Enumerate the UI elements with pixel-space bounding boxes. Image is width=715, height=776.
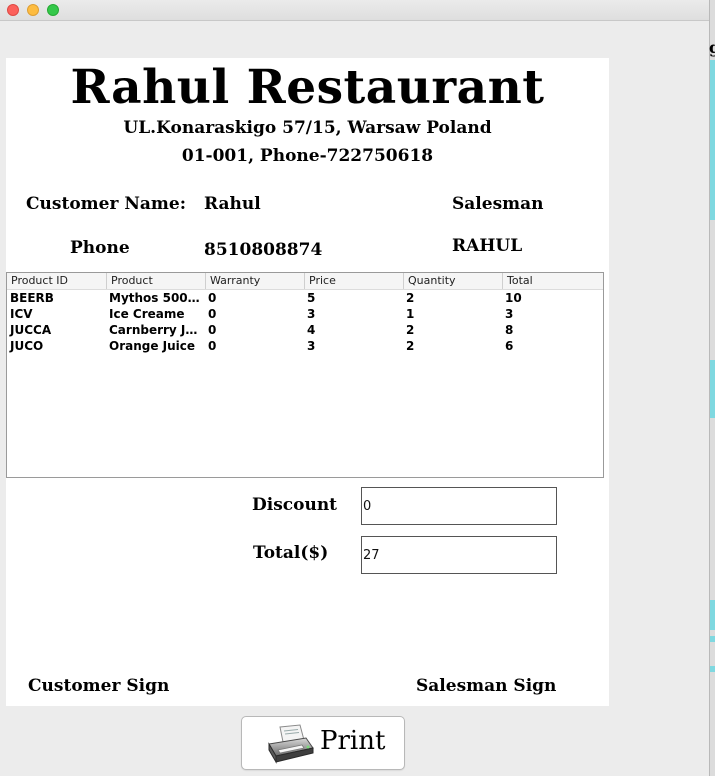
cell-warranty: 0 (208, 307, 217, 321)
cell-total: 3 (505, 307, 514, 321)
close-window-button[interactable] (7, 4, 19, 16)
salesman-value: RAHUL (452, 236, 523, 256)
table-row[interactable]: JUCO Orange Juice 0 3 2 6 (7, 338, 603, 354)
customer-sign-label: Customer Sign (28, 676, 170, 696)
order-items-table[interactable]: Product ID Product Warranty Price Quanti… (6, 272, 604, 478)
cell-product-id: ICV (10, 307, 33, 321)
cell-warranty: 0 (208, 339, 217, 353)
cell-price: 5 (307, 291, 316, 305)
cell-product: Orange Juice (109, 339, 196, 353)
total-label: Total($) (253, 543, 329, 563)
background-window-accent (710, 360, 715, 418)
cell-quantity: 1 (406, 307, 415, 321)
discount-field[interactable]: 0 (361, 487, 557, 525)
cell-product-id: BEERB (10, 291, 54, 305)
discount-label: Discount (252, 495, 338, 515)
address-line-2: 01-001, Phone-722750618 (181, 146, 434, 166)
phone-label: Phone (70, 238, 130, 258)
cell-price: 3 (307, 307, 316, 321)
cell-quantity: 2 (406, 291, 415, 305)
cell-total: 10 (505, 291, 522, 305)
print-button-label: Print (320, 726, 386, 756)
salesman-sign-label: Salesman Sign (416, 676, 557, 696)
cell-product-id: JUCCA (10, 323, 52, 337)
receipt-panel: Rahul Restaurant UL.Konaraskigo 57/15, W… (6, 58, 609, 706)
address-line-1: UL.Konaraskigo 57/15, Warsaw Poland (123, 118, 492, 138)
background-window-accent (710, 636, 715, 642)
cell-product-id: JUCO (10, 339, 44, 353)
table-row[interactable]: ICV Ice Creame 0 3 1 3 (7, 306, 603, 322)
customer-name-value: Rahul (204, 194, 261, 214)
minimize-window-button[interactable] (27, 4, 39, 16)
table-row[interactable]: BEERB Mythos 500ml. 0 5 2 10 (7, 290, 603, 306)
table-header: Product ID Product Warranty Price Quanti… (7, 273, 603, 290)
cell-quantity: 2 (406, 323, 415, 337)
cell-warranty: 0 (208, 323, 217, 337)
background-window-glyph: g (709, 38, 715, 57)
cell-warranty: 0 (208, 291, 217, 305)
salesman-label: Salesman (452, 194, 544, 214)
customer-name-label: Customer Name: (26, 194, 186, 214)
cell-total: 6 (505, 339, 514, 353)
column-header-warranty[interactable]: Warranty (205, 273, 304, 289)
total-field[interactable]: 27 (361, 536, 557, 574)
print-button[interactable]: Print (241, 716, 405, 770)
maximize-window-button[interactable] (47, 4, 59, 16)
cell-quantity: 2 (406, 339, 415, 353)
column-header-price[interactable]: Price (304, 273, 403, 289)
printer-icon (268, 724, 314, 764)
cell-product: Mythos 500ml. (109, 291, 205, 305)
column-header-product-id[interactable]: Product ID (7, 273, 106, 289)
column-header-product[interactable]: Product (106, 273, 205, 289)
phone-value: 8510808874 (204, 240, 323, 260)
cell-price: 4 (307, 323, 316, 337)
cell-price: 3 (307, 339, 316, 353)
restaurant-name: Rahul Restaurant (70, 60, 545, 115)
cell-total: 8 (505, 323, 514, 337)
cell-product: Ice Creame (109, 307, 185, 321)
background-window-accent (710, 666, 715, 672)
cell-product: Carnberry Juice (109, 323, 199, 337)
background-window-accent (710, 60, 715, 220)
background-window-accent (710, 600, 715, 630)
column-header-quantity[interactable]: Quantity (403, 273, 502, 289)
window-titlebar (0, 0, 709, 21)
column-header-total[interactable]: Total (502, 273, 603, 289)
table-row[interactable]: JUCCA Carnberry Juice 0 4 2 8 (7, 322, 603, 338)
